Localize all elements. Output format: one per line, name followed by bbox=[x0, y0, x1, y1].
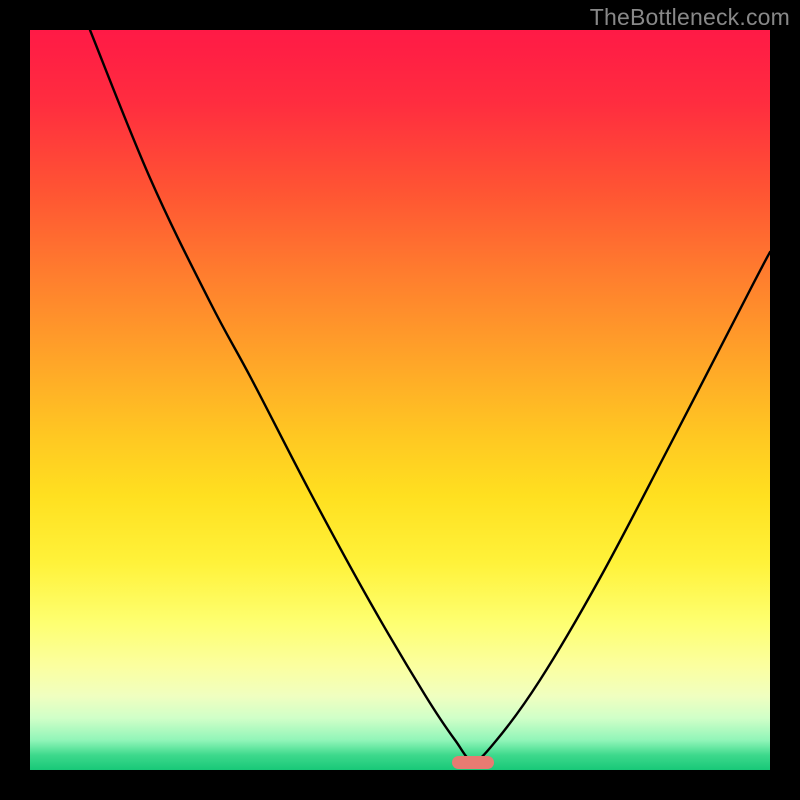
plot-area bbox=[30, 30, 770, 770]
bottleneck-curve bbox=[30, 30, 770, 770]
curve-path bbox=[90, 30, 770, 760]
watermark-text: TheBottleneck.com bbox=[590, 4, 790, 31]
optimal-marker bbox=[452, 756, 494, 769]
